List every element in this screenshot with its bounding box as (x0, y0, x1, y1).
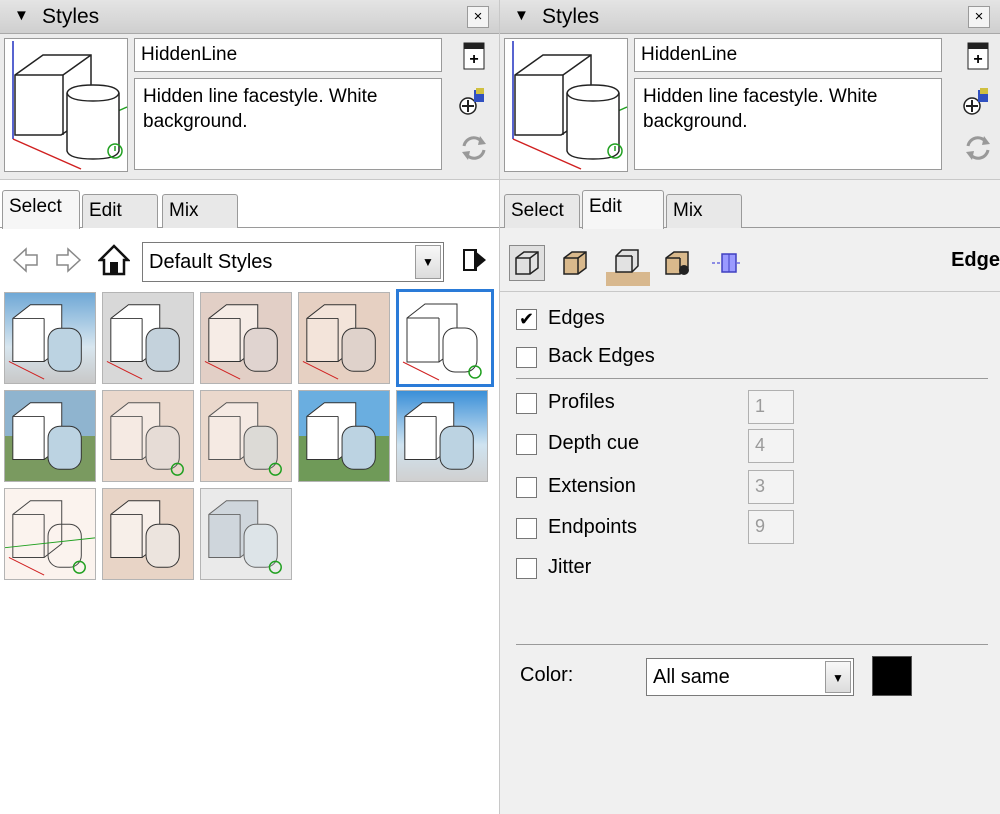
collection-dropdown[interactable]: Default Styles ▼ (142, 242, 444, 282)
style-tabs: Select Edit Mix (500, 190, 1000, 229)
style-thumb-8[interactable] (200, 390, 292, 482)
style-thumb-9[interactable] (298, 390, 390, 482)
refresh-icon[interactable] (962, 132, 994, 164)
collection-navigation: Default Styles ▼ (0, 236, 499, 288)
section-label: Edge (951, 249, 1000, 271)
create-style-icon[interactable]: + (458, 40, 490, 72)
color-label: Color: (520, 664, 574, 686)
edge-color-mode-dropdown[interactable]: All same ▼ (646, 658, 854, 696)
panel-title: Styles (542, 5, 600, 28)
tab-mix[interactable]: Mix (162, 194, 238, 228)
style-thumb-4[interactable] (298, 292, 390, 384)
back-arrow-icon[interactable] (10, 244, 42, 276)
jitter-label: Jitter (548, 556, 592, 578)
edges-label: Edges (548, 307, 605, 329)
style-name-field[interactable]: HiddenLine (134, 38, 442, 72)
style-thumbnail (4, 38, 128, 172)
refresh-icon[interactable] (458, 132, 490, 164)
back-edges-option[interactable]: Back Edges (516, 344, 716, 372)
color-mode-value: All same (653, 666, 730, 688)
back-edges-checkbox[interactable] (516, 347, 537, 368)
style-thumb-6[interactable] (4, 390, 96, 482)
style-thumb-5-selected[interactable] (396, 289, 494, 387)
style-thumb-1[interactable] (4, 292, 96, 384)
close-button[interactable]: × (968, 6, 990, 28)
forward-arrow-icon[interactable] (52, 244, 84, 276)
chevron-down-icon[interactable]: ▼ (415, 245, 441, 279)
divider (516, 644, 988, 645)
profiles-width-field[interactable]: 1 (748, 390, 794, 424)
watermark-settings-icon[interactable] (660, 246, 694, 280)
extension-label: Extension (548, 475, 636, 497)
style-thumb-13[interactable] (200, 488, 292, 580)
home-icon[interactable] (96, 244, 132, 276)
style-info: HiddenLine Hidden line facestyle. White … (0, 34, 499, 180)
collapse-triangle-icon[interactable]: ▼ (14, 7, 29, 24)
edges-option[interactable]: ✔ Edges (516, 306, 716, 334)
tab-select[interactable]: Select (504, 194, 580, 228)
extension-checkbox[interactable] (516, 477, 537, 498)
close-button[interactable]: × (467, 6, 489, 28)
collection-value: Default Styles (149, 251, 273, 273)
profiles-checkbox[interactable] (516, 393, 537, 414)
tab-mix[interactable]: Mix (666, 194, 742, 228)
face-settings-icon[interactable] (558, 246, 592, 280)
endpoints-label: Endpoints (548, 516, 637, 538)
style-thumbnail (504, 38, 628, 172)
update-style-icon[interactable] (960, 86, 992, 118)
background-settings-icon[interactable] (606, 246, 650, 286)
edge-settings-icon[interactable] (509, 245, 545, 281)
style-tabs: Select Edit Mix (0, 190, 499, 229)
panel-titlebar[interactable]: ▼ Styles × (0, 0, 499, 34)
panel-title: Styles (42, 5, 100, 28)
style-thumb-3[interactable] (200, 292, 292, 384)
style-name-field[interactable]: HiddenLine (634, 38, 942, 72)
style-description-field[interactable]: Hidden line facestyle. White background. (134, 78, 442, 170)
update-style-icon[interactable] (456, 86, 488, 118)
chevron-down-icon[interactable]: ▼ (825, 661, 851, 693)
style-thumb-12[interactable] (102, 488, 194, 580)
modeling-settings-icon[interactable] (710, 246, 744, 280)
styles-panel-edit: ▼ Styles × HiddenLine Hidden line facest… (500, 0, 1000, 814)
endpoints-checkbox[interactable] (516, 518, 537, 539)
svg-text:+: + (973, 51, 982, 68)
edge-color-swatch[interactable] (872, 656, 912, 696)
extension-length-field[interactable]: 3 (748, 470, 794, 504)
svg-text:+: + (469, 51, 478, 68)
style-thumb-2[interactable] (102, 292, 194, 384)
profiles-label: Profiles (548, 391, 615, 413)
tab-edit[interactable]: Edit (82, 194, 158, 228)
style-description-field[interactable]: Hidden line facestyle. White background. (634, 78, 942, 170)
back-edges-label: Back Edges (548, 345, 655, 367)
styles-panel-select: ▼ Styles × HiddenLine Hidden line facest… (0, 0, 500, 814)
edit-category-toolbar: Edge (500, 236, 1000, 292)
details-arrow-icon[interactable] (458, 244, 490, 276)
jitter-checkbox[interactable] (516, 558, 537, 579)
depth-cue-checkbox[interactable] (516, 434, 537, 455)
style-info: HiddenLine Hidden line facestyle. White … (500, 34, 1000, 180)
create-style-icon[interactable]: + (962, 40, 994, 72)
panel-titlebar[interactable]: ▼ Styles × (500, 0, 1000, 34)
style-thumb-7[interactable] (102, 390, 194, 482)
tab-edit[interactable]: Edit (582, 190, 664, 229)
endpoints-length-field[interactable]: 9 (748, 510, 794, 544)
tab-select[interactable]: Select (2, 190, 80, 229)
collapse-triangle-icon[interactable]: ▼ (514, 7, 529, 24)
style-thumb-11[interactable] (4, 488, 96, 580)
jitter-option[interactable]: Jitter (516, 555, 816, 583)
depth-cue-width-field[interactable]: 4 (748, 429, 794, 463)
divider (516, 378, 988, 379)
depth-cue-label: Depth cue (548, 432, 640, 454)
style-thumb-10[interactable] (396, 390, 488, 482)
edges-checkbox[interactable]: ✔ (516, 309, 537, 330)
